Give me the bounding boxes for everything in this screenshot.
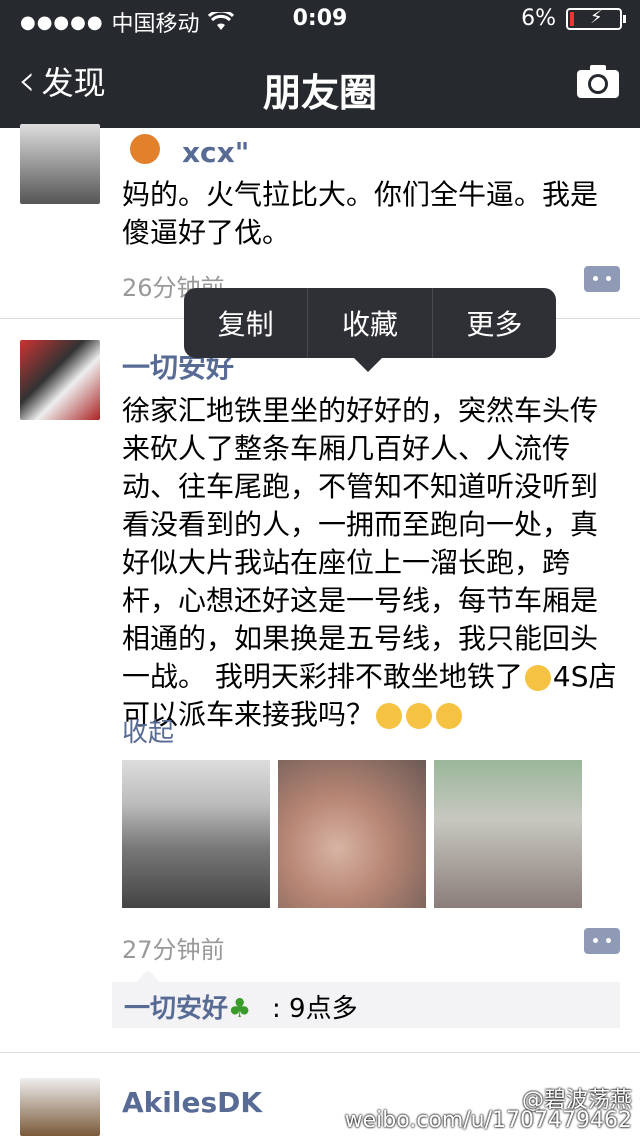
post-photo[interactable] bbox=[434, 760, 582, 908]
status-bar: ●●●●● 中国移动 0:09 6% ⚡ bbox=[0, 0, 640, 40]
post-text: 妈的。火气拉比大。你们全牛逼。我是傻逼好了伐。 bbox=[122, 178, 599, 249]
avatar[interactable] bbox=[20, 124, 100, 204]
avatar[interactable] bbox=[20, 340, 100, 420]
watermark-url: weibo.com/u/1707479462 bbox=[344, 1108, 632, 1133]
comment-icon[interactable] bbox=[584, 928, 620, 954]
comment-text: : 9点多 bbox=[272, 994, 358, 1024]
comment-box: 一切安好♣ : 9点多 bbox=[112, 970, 620, 1028]
top-bar: ●●●●● 中国移动 0:09 6% ⚡ ‹ 发现 朋友圈 bbox=[0, 0, 640, 128]
post-author[interactable]: AkilesDK bbox=[122, 1086, 262, 1119]
clover-icon: ♣ bbox=[228, 994, 252, 1024]
post-time: 27分钟前 bbox=[122, 936, 225, 964]
comment-icon[interactable] bbox=[584, 266, 620, 292]
laughing-emoji-icon bbox=[436, 703, 463, 729]
context-menu: 复制 收藏 更多 bbox=[184, 288, 556, 372]
comment-author[interactable]: 一切安好♣ bbox=[124, 988, 251, 1025]
page-title: 朋友圈 bbox=[262, 71, 377, 115]
laughing-emoji-icon bbox=[406, 703, 433, 729]
post-photo[interactable] bbox=[278, 760, 426, 908]
crying-emoji-icon bbox=[524, 665, 551, 691]
post-text-body: 徐家汇地铁里坐的好好的，突然车头传来砍人了整条车厢几百好人、人流传动、往车尾跑，… bbox=[122, 394, 599, 693]
battery-percent: 6% bbox=[521, 6, 556, 31]
basketball-icon bbox=[130, 134, 160, 164]
avatar[interactable] bbox=[20, 1078, 100, 1136]
post-text: 徐家汇地铁里坐的好好的，突然车头传来砍人了整条车厢几百好人、人流传动、往车尾跑，… bbox=[122, 392, 622, 734]
post-author[interactable]: xcx" bbox=[182, 136, 249, 169]
post-photo[interactable] bbox=[122, 760, 270, 908]
divider bbox=[0, 1052, 640, 1053]
more-button[interactable]: 更多 bbox=[433, 288, 556, 358]
favorite-button[interactable]: 收藏 bbox=[308, 288, 433, 358]
battery-icon: ⚡ bbox=[566, 7, 626, 30]
laughing-emoji-icon bbox=[376, 703, 403, 729]
collapse-link[interactable]: 收起 bbox=[122, 712, 174, 749]
navigation-bar: ‹ 发现 朋友圈 bbox=[0, 40, 640, 128]
copy-button[interactable]: 复制 bbox=[184, 288, 309, 358]
camera-icon[interactable] bbox=[576, 64, 620, 100]
